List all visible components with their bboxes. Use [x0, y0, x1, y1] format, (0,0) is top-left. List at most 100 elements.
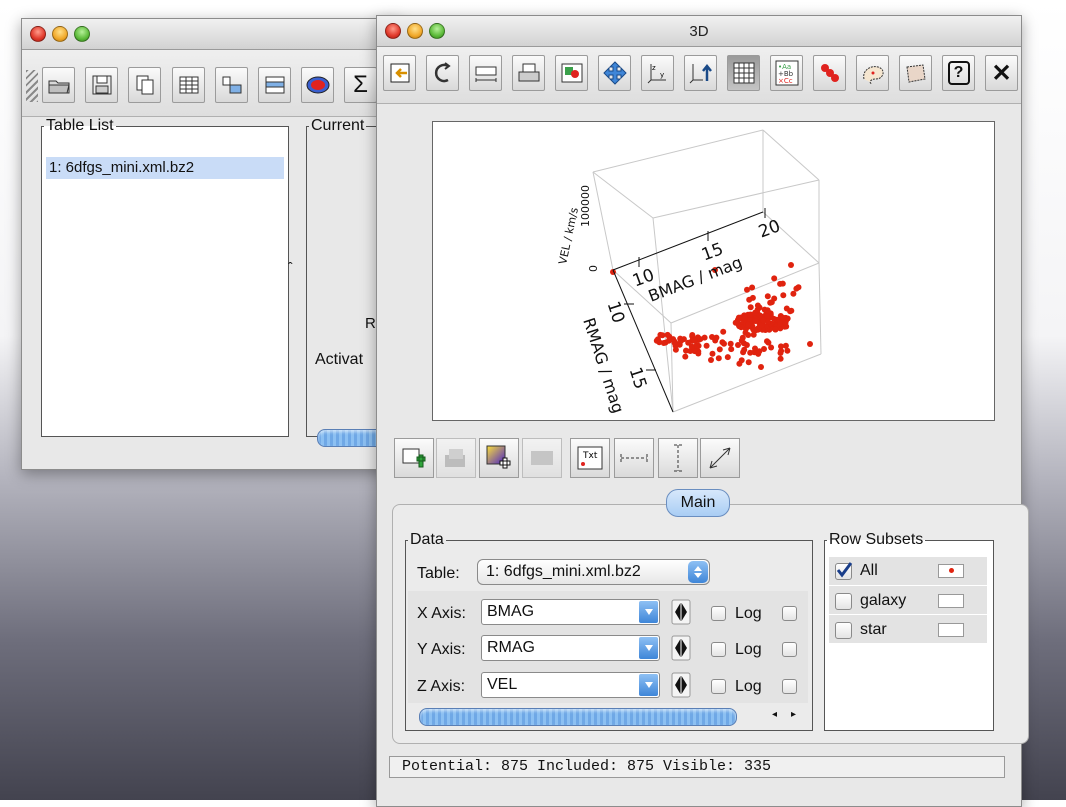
xy-range-button[interactable] — [700, 438, 740, 478]
remove-density-button[interactable] — [522, 438, 562, 478]
subset-star-marker-swatch[interactable] — [938, 623, 964, 637]
blob-subset-button[interactable] — [899, 55, 932, 91]
x-axis-flip-checkbox[interactable] — [782, 606, 797, 621]
data-point — [771, 295, 778, 302]
x-axis-select[interactable]: BMAG — [481, 599, 660, 625]
y-range-button[interactable] — [658, 438, 698, 478]
image-icon — [561, 63, 582, 83]
data-point — [747, 311, 754, 318]
draw-subset-button[interactable] — [856, 55, 889, 91]
x-axis-flip-icon[interactable] — [671, 599, 691, 625]
export-arrow-icon — [390, 63, 409, 83]
titlebar — [22, 19, 402, 50]
statistics-button[interactable]: Σ — [344, 67, 377, 103]
scatter3d-plot[interactable]: 101520BMAG / mag1015RMAG / mag0100000VEL… — [433, 122, 994, 420]
subset-all-marker-swatch[interactable] — [938, 564, 964, 578]
legend-abc-icon: •Aa+Bb×Cc — [775, 60, 798, 86]
data-point — [736, 360, 743, 367]
z-axis-flip-checkbox[interactable] — [782, 679, 797, 694]
data-point — [777, 320, 784, 327]
plot-area[interactable]: 10 15 20 BMAG / mag 10 15 RMAG / mag 0 100000 VEL… — [432, 121, 995, 421]
title-ruler-icon — [475, 66, 496, 82]
y-axis-value: RMAG — [487, 639, 535, 656]
z-axis-log-checkbox[interactable] — [711, 679, 726, 694]
close-window-button[interactable] — [30, 26, 46, 42]
tab-main[interactable]: Main — [666, 489, 730, 517]
add-dataset-button[interactable] — [394, 438, 434, 478]
parameters-button[interactable] — [258, 67, 291, 103]
data-point — [744, 286, 750, 293]
data-point — [746, 296, 753, 303]
data-point — [709, 350, 716, 357]
grid-icon — [733, 62, 754, 84]
svg-text:z: z — [652, 64, 656, 72]
data-panel-scroll-thumb[interactable] — [419, 708, 737, 726]
stack-layer-icon — [445, 449, 465, 467]
minimize-window-button[interactable] — [52, 26, 68, 42]
print-button[interactable] — [512, 55, 545, 91]
data-point — [742, 314, 748, 321]
scroll-left-arrow-icon[interactable]: ◂ — [772, 709, 777, 720]
window-controls — [30, 26, 90, 42]
x-range-button[interactable] — [614, 438, 654, 478]
svg-text:×Cc: ×Cc — [778, 77, 793, 85]
y-axis-title: RMAG / mag — [579, 315, 628, 415]
subset-star-checkbox[interactable] — [835, 622, 852, 639]
add-text-button[interactable]: Txt — [570, 438, 610, 478]
data-point — [784, 347, 791, 354]
z-axis-select[interactable]: VEL — [481, 672, 660, 698]
subset-all-checkbox[interactable] — [835, 562, 853, 580]
help-button[interactable]: ? — [942, 55, 975, 91]
status-bar: Potential: 875 Included: 875 Visible: 33… — [389, 756, 1005, 778]
navigation-button[interactable] — [598, 55, 631, 91]
data-point — [788, 262, 794, 268]
grid-toggle-button[interactable] — [727, 55, 760, 91]
y-axis-flip-checkbox[interactable] — [782, 642, 797, 657]
split-divider[interactable]: ˆ — [288, 259, 293, 275]
titlebar: 3D — [377, 16, 1021, 47]
data-point — [756, 348, 763, 355]
add-density-button[interactable] — [479, 438, 519, 478]
image-export-button[interactable] — [555, 55, 588, 91]
export-button[interactable] — [383, 55, 416, 91]
data-point — [716, 346, 723, 353]
rotate-axes-button[interactable]: zy — [641, 55, 674, 91]
activation-label: Activat — [315, 351, 364, 368]
legend-button[interactable]: •Aa +Bb ×Cc — [770, 55, 803, 91]
y-axis-select[interactable]: RMAG — [481, 635, 660, 661]
remove-dataset-button[interactable] — [436, 438, 476, 478]
table-select[interactable]: 1: 6dfgs_mini.xml.bz2 — [477, 559, 710, 585]
open-table-button[interactable] — [42, 67, 75, 103]
table-list-item[interactable]: 1: 6dfgs_mini.xml.bz2 — [46, 157, 284, 179]
axis-title-button[interactable] — [469, 55, 502, 91]
duplicate-table-button[interactable] — [128, 67, 161, 103]
data-point — [708, 357, 714, 363]
y-axis-flip-icon[interactable] — [671, 635, 691, 661]
subset-ellipse-icon — [306, 76, 329, 94]
columns-icon — [222, 76, 241, 94]
toolbar-grip[interactable] — [26, 70, 38, 102]
zoom-window-button[interactable] — [74, 26, 90, 42]
subset-star-label: star — [860, 621, 887, 638]
params-icon — [265, 76, 284, 94]
x-axis-log-checkbox[interactable] — [711, 606, 726, 621]
subset-galaxy-checkbox[interactable] — [835, 593, 852, 610]
z-axis-flip-icon[interactable] — [671, 672, 691, 698]
data-point — [764, 313, 770, 319]
close-button[interactable]: ✕ — [985, 55, 1018, 91]
folder-icon — [48, 80, 70, 94]
scroll-right-arrow-icon[interactable]: ▸ — [791, 709, 796, 720]
plot-toolbar: zy •Aa +Bb ×Cc ? ✕ — [377, 47, 1021, 104]
reset-view-button[interactable] — [684, 55, 717, 91]
column-info-button[interactable] — [215, 67, 248, 103]
subsets-button[interactable] — [301, 67, 334, 103]
xyz-axes-icon: zy — [647, 64, 666, 84]
y-axis-log-checkbox[interactable] — [711, 642, 726, 657]
redraw-button[interactable] — [426, 55, 459, 91]
save-table-button[interactable] — [85, 67, 118, 103]
highlight-button[interactable] — [813, 55, 846, 91]
refresh-icon — [434, 62, 451, 83]
data-point — [682, 353, 689, 360]
table-view-button[interactable] — [172, 67, 205, 103]
subset-galaxy-marker-swatch[interactable] — [938, 594, 964, 608]
